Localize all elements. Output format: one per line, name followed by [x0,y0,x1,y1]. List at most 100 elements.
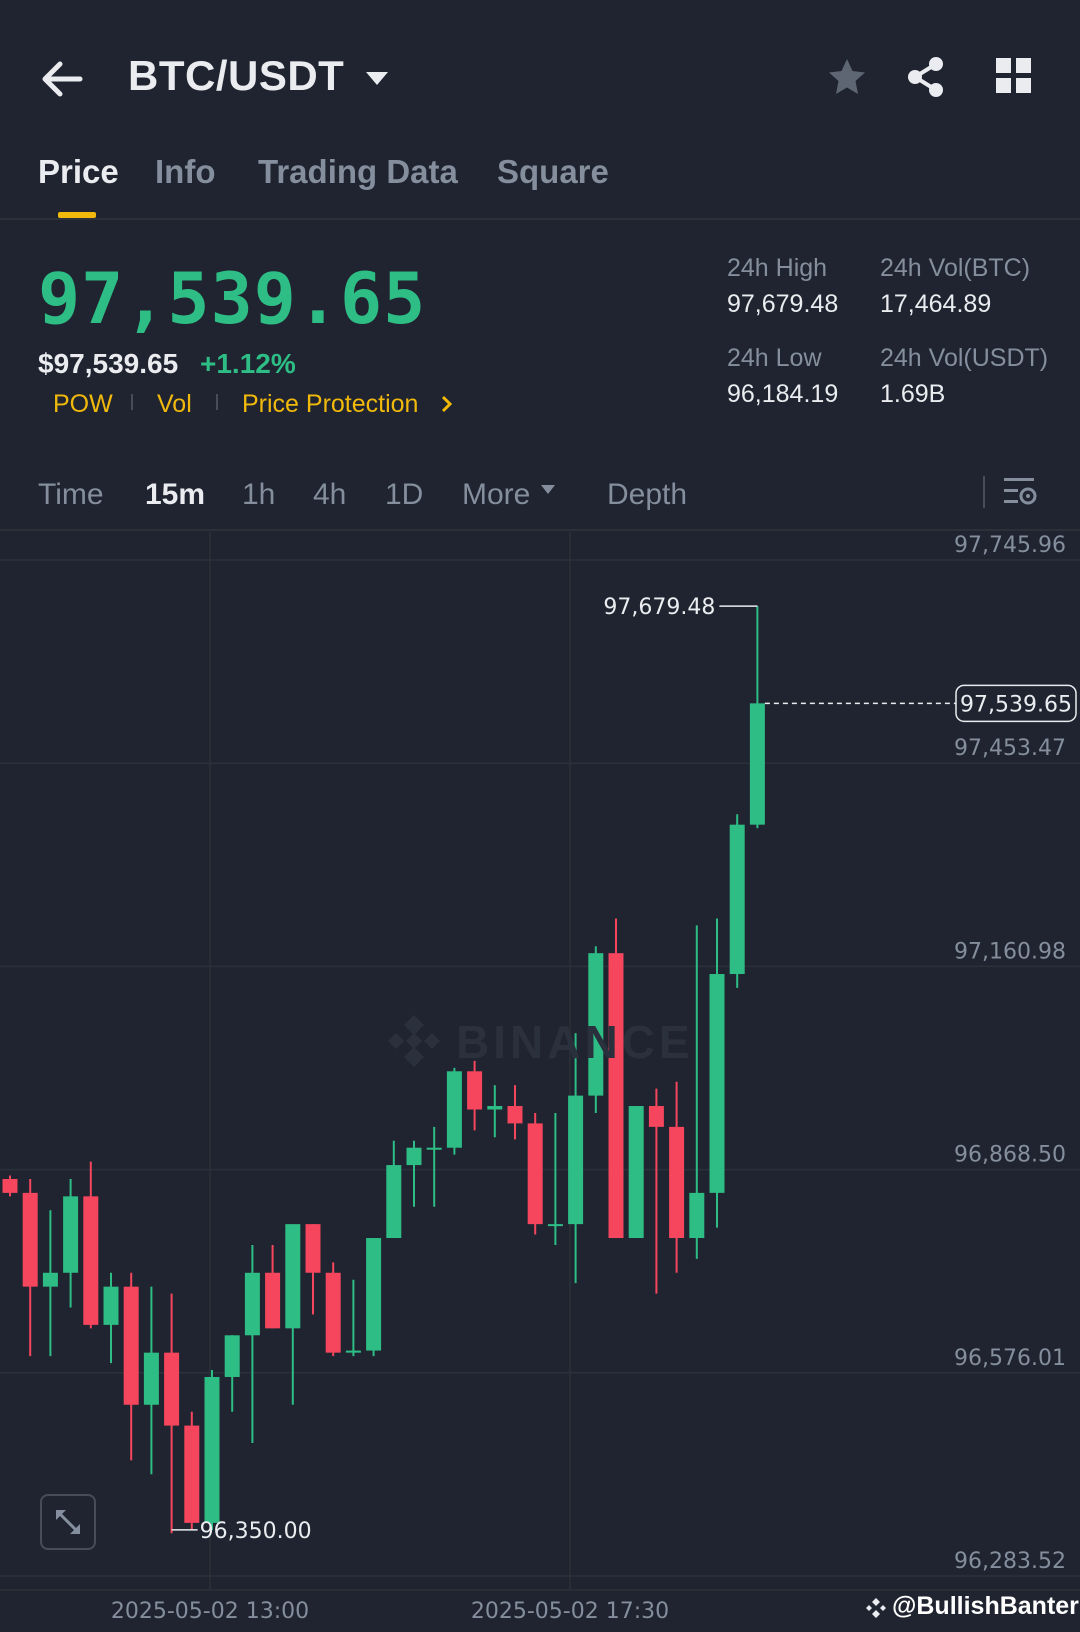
candle [527,1112,543,1235]
interval-1h[interactable]: 1h [242,478,275,512]
candle-body [22,1192,38,1287]
y-tick-label: 97,453.47 [954,736,1066,761]
candle [83,1161,99,1329]
interval-time[interactable]: Time [38,478,104,512]
interval-15m[interactable]: 15m [145,478,205,512]
price-change-percent: +1.12% [200,348,296,379]
candle [487,1085,503,1138]
candle [689,925,705,1259]
candle [224,1335,240,1412]
low-marker-label: 96,350.00 [200,1519,312,1544]
interval-1d[interactable]: 1D [385,478,423,512]
pair-title[interactable]: BTC/USDT [128,52,344,100]
candle [244,1244,260,1443]
candle [123,1272,139,1461]
candle-body [608,953,624,1239]
tag-separator [131,394,133,410]
tab-info[interactable]: Info [155,153,215,191]
candle [42,1210,58,1357]
candle [426,1126,442,1207]
candle-body [547,1224,563,1227]
candle-body [669,1126,685,1239]
tag-separator [216,394,218,410]
high-marker-label: 97,679.48 [603,595,715,620]
tag-pow[interactable]: POW [53,390,113,419]
candle-body [648,1106,664,1127]
binance-logo-icon [866,1598,886,1618]
tab-square[interactable]: Square [497,153,609,191]
expand-icon [56,1510,80,1534]
candle [547,1112,563,1245]
candle [709,918,725,1228]
candle [406,1140,422,1207]
tag-price-protection[interactable]: Price Protection [242,390,418,419]
tag-vol[interactable]: Vol [157,390,192,419]
candle-body [204,1376,220,1523]
candle [63,1178,79,1308]
chevron-right-icon[interactable] [440,394,454,414]
share-icon[interactable] [906,56,946,98]
candlestick-chart[interactable]: 97,745.96 97,453.47 97,160.98 96,868.50 96,5… [0,532,1080,1632]
tab-trading-data[interactable]: Trading Data [258,153,458,191]
candle-body [123,1286,139,1405]
candle-body [366,1238,382,1351]
arrow-left-icon[interactable] [38,58,86,100]
last-price: 97,539.65 [38,258,427,340]
candle-body [527,1123,543,1225]
credit-handle: @BullishBanter [892,1592,1079,1620]
candle [446,1067,462,1155]
candle-body [143,1352,159,1405]
x-tick-label: 2025-05-02 17:30 [471,1599,669,1624]
candle [305,1224,321,1315]
candle-body [689,1192,705,1239]
stat-vol-btc-label: 24h Vol(BTC) [880,254,1031,282]
stat-low-value: 96,184.19 [727,380,839,408]
candle [143,1286,159,1475]
chart-settings-icon[interactable] [1004,476,1038,508]
candle-body [628,1106,644,1239]
candle [265,1244,281,1329]
candle-body [184,1425,200,1523]
candle-body [2,1178,18,1193]
candle [669,1081,685,1273]
candle-body [406,1147,422,1166]
star-icon[interactable] [826,56,868,98]
candle [366,1238,382,1357]
grid-icon[interactable] [996,58,1032,94]
chevron-down-icon[interactable] [364,70,390,88]
interval-4h[interactable]: 4h [313,478,346,512]
interval-separator [983,476,985,508]
fullscreen-button[interactable] [40,1494,96,1550]
y-tick-label: 96,868.50 [954,1143,1066,1168]
candle [628,1106,644,1239]
tab-price[interactable]: Price [38,153,119,191]
candle-body [63,1196,79,1273]
binance-watermark-icon: BINANCE [388,1015,690,1068]
interval-depth[interactable]: Depth [607,478,687,512]
interval-more[interactable]: More [462,478,530,512]
candle-body [164,1352,180,1426]
tabs-divider [0,218,1080,220]
candle-body [103,1286,119,1325]
candle-body [244,1272,260,1336]
candle-body [305,1224,321,1273]
candle-body [224,1335,240,1377]
stat-low-label: 24h Low [727,344,822,372]
candle-body [83,1196,99,1325]
stat-vol-usdt-label: 24h Vol(USDT) [880,344,1049,372]
last-price-label: 97,539.65 [960,692,1072,717]
candle-body [285,1224,301,1329]
candle [345,1279,361,1357]
stat-vol-usdt-value: 1.69B [880,380,946,408]
candle-body [426,1147,442,1150]
usd-price: $97,539.65 [38,348,179,379]
candle-body [446,1071,462,1148]
y-tick-label: 97,745.96 [954,533,1066,558]
y-tick-label: 96,576.01 [954,1346,1066,1371]
candle-body [386,1165,402,1239]
stat-high-label: 24h High [727,254,828,282]
candle-body [487,1106,503,1110]
y-tick-label: 97,160.98 [954,939,1066,964]
stat-high-value: 97,679.48 [727,290,839,318]
caret-down-icon[interactable] [540,484,556,496]
